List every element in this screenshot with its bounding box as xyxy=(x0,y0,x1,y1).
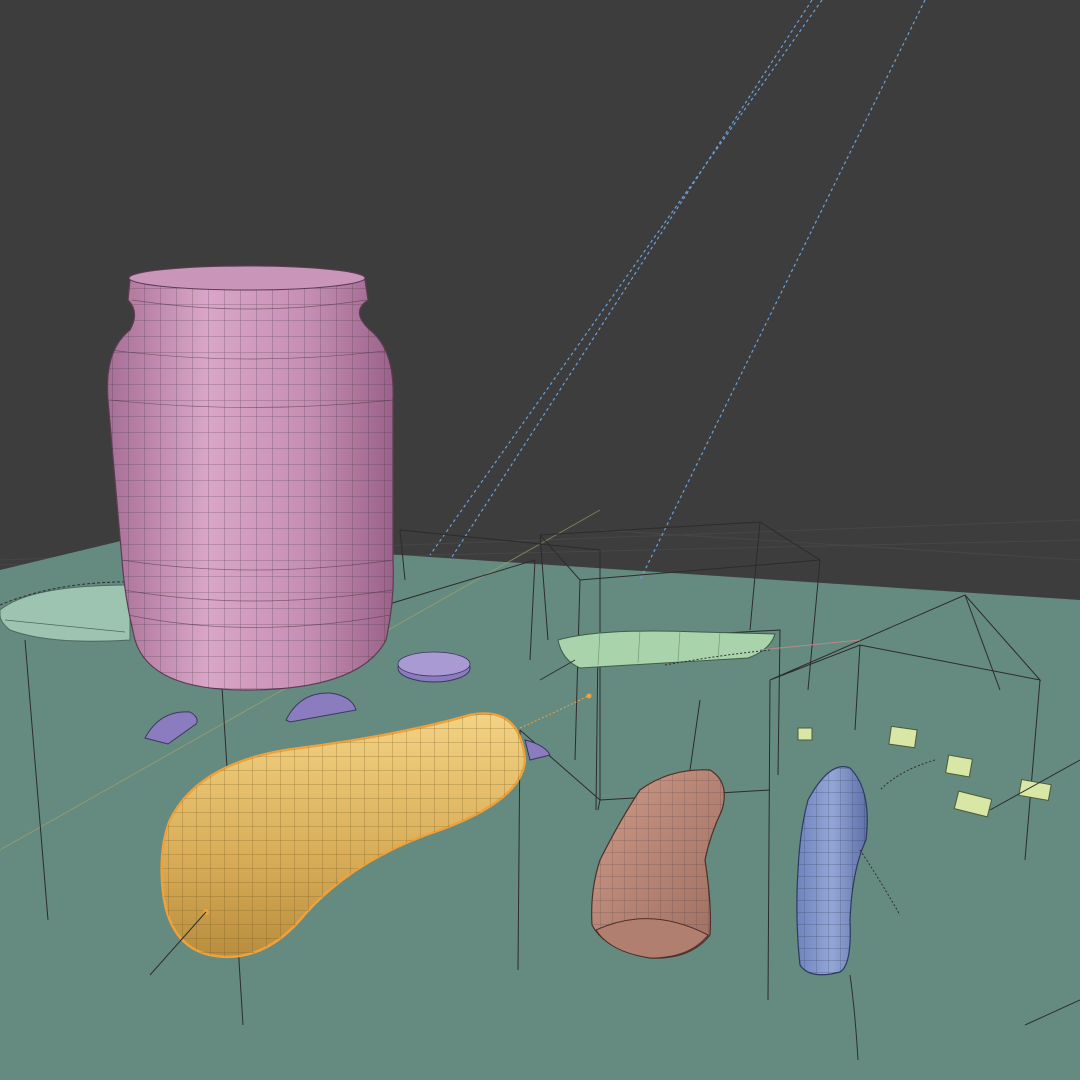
jar-object[interactable] xyxy=(100,260,400,700)
small-cube[interactable] xyxy=(797,727,813,741)
small-cube[interactable] xyxy=(945,754,973,778)
viewport-canvas[interactable] xyxy=(0,0,1080,1080)
small-cube[interactable] xyxy=(888,725,918,749)
3d-viewport[interactable] xyxy=(0,0,1080,1080)
pickle-slice[interactable] xyxy=(397,651,471,683)
